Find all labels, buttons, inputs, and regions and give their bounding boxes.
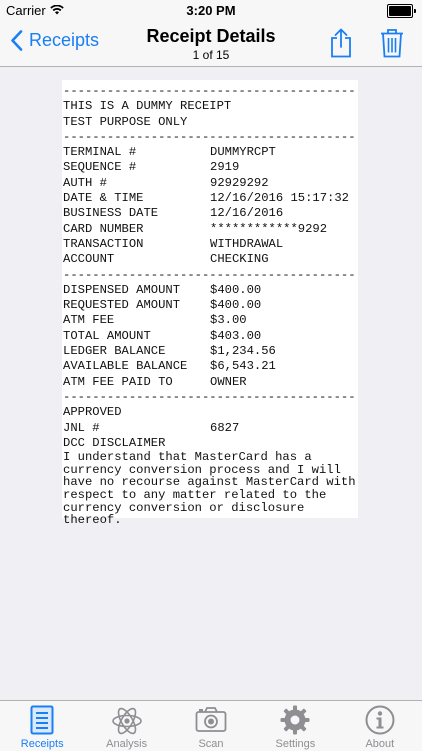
receipt-row-dispensed: DISPENSED AMOUNT $400.00 (63, 283, 358, 298)
tab-about[interactable]: About (338, 701, 422, 751)
receipt-row-available: AVAILABLE BALANCE $6,543.21 (63, 359, 358, 374)
gear-icon (280, 705, 310, 740)
receipt-label: REQUESTED AMOUNT (63, 298, 181, 313)
receipt-approved: APPROVED (63, 405, 122, 420)
receipt-value: $3.00 (210, 313, 247, 328)
receipt-label: LEDGER BALANCE (63, 344, 166, 359)
trash-icon (381, 29, 403, 58)
tab-label: About (365, 738, 395, 750)
receipt-row-total: TOTAL AMOUNT $403.00 (63, 329, 358, 344)
receipt-value: OWNER (210, 374, 247, 389)
receipt-value: DUMMYRCPT (210, 145, 276, 160)
camera-icon (195, 705, 227, 740)
battery-icon (387, 4, 416, 18)
receipt-value: $403.00 (210, 328, 262, 343)
page-counter: 1 of 15 (192, 48, 230, 62)
receipt-row-account: ACCOUNT CHECKING (63, 252, 358, 267)
receipt-value: $400.00 (210, 298, 262, 313)
receipt-row-ledger: LEDGER BALANCE $1,234.56 (63, 344, 358, 359)
receipt-value: ************9292 (210, 221, 328, 236)
delete-button[interactable] (380, 28, 404, 63)
receipt-label: AUTH # (63, 175, 107, 190)
tab-label: Receipts (20, 738, 64, 750)
receipt-label: TOTAL AMOUNT (63, 328, 151, 343)
tab-label: Settings (275, 738, 316, 750)
tab-label: Scan (198, 738, 224, 750)
receipt-image: ----------------------------------------… (62, 80, 358, 526)
receipt-value: 6827 (210, 420, 240, 435)
receipt-value: 12/16/2016 15:17:32 (210, 191, 349, 206)
receipt-value: CHECKING (210, 252, 269, 267)
receipt-value: $1,234.56 (210, 344, 276, 359)
receipt-row-terminal: TERMINAL # DUMMYRCPT (63, 145, 358, 160)
tab-bar: Receipts Analysis Scan Settings About (0, 700, 422, 751)
receipt-row-requested: REQUESTED AMOUNT $400.00 (63, 298, 358, 313)
share-button[interactable] (330, 28, 352, 63)
navigation-bar: Receipts Receipt Details 1 of 15 (0, 20, 422, 67)
receipt-header-line: THIS IS A DUMMY RECEIPT (63, 99, 232, 114)
tab-label: Analysis (106, 738, 148, 750)
receipt-value: $400.00 (210, 282, 262, 297)
receipt-row-atm-fee: ATM FEE $3.00 (63, 313, 358, 328)
receipt-label: TRANSACTION (63, 236, 144, 251)
receipt-disclaimer-title: DCC DISCLAIMER (63, 435, 166, 450)
info-icon (365, 705, 395, 740)
receipt-row-business-date: BUSINESS DATE 12/16/2016 (63, 206, 358, 221)
receipt-row-date-time: DATE & TIME 12/16/2016 15:17:32 (63, 191, 358, 206)
receipt-label: BUSINESS DATE (63, 206, 159, 221)
receipt-row-jnl: JNL # 6827 (63, 421, 358, 436)
receipt-row-auth: AUTH # 92929292 (63, 176, 358, 191)
receipt-label: AVAILABLE BALANCE (63, 359, 188, 374)
tab-analysis[interactable]: Analysis (84, 701, 168, 751)
receipt-label: JNL # (63, 420, 100, 435)
receipt-label: TERMINAL # (63, 145, 137, 160)
receipt-disclaimer-text: I understand that MasterCard has a curre… (63, 450, 356, 528)
receipt-label: ATM FEE (63, 313, 115, 328)
receipt-separator: ---------------------------------------- (63, 84, 356, 98)
receipt-row-transaction: TRANSACTION WITHDRAWAL (63, 237, 358, 252)
tab-settings[interactable]: Settings (253, 701, 337, 751)
receipt-separator: ---------------------------------------- (63, 267, 356, 282)
receipt-value: $6,543.21 (210, 359, 276, 374)
receipt-row-card-number: CARD NUMBER ************9292 (63, 222, 358, 237)
receipt-label: ATM FEE PAID TO (63, 374, 173, 389)
receipt-label: SEQUENCE # (63, 160, 137, 175)
receipt-row-fee-paid-to: ATM FEE PAID TO OWNER (63, 375, 358, 390)
receipt-header-line: TEST PURPOSE ONLY (63, 114, 188, 129)
tab-scan[interactable]: Scan (169, 701, 253, 751)
tab-receipts[interactable]: Receipts (0, 701, 84, 751)
receipt-value: 2919 (210, 160, 240, 175)
receipt-label: CARD NUMBER (63, 221, 144, 236)
receipt-value: WITHDRAWAL (210, 236, 284, 251)
receipt-label: DATE & TIME (63, 191, 144, 206)
status-time: 3:20 PM (186, 3, 236, 18)
status-bar: Carrier 3:20 PM (0, 0, 422, 20)
receipt-row-sequence: SEQUENCE # 2919 (63, 160, 358, 175)
receipt-icon (30, 705, 54, 740)
receipt-separator: ---------------------------------------- (63, 389, 356, 404)
receipt-value: 92929292 (210, 175, 269, 190)
receipt-label: DISPENSED AMOUNT (63, 282, 181, 297)
receipt-label: ACCOUNT (63, 252, 115, 267)
share-icon (331, 28, 351, 58)
receipt-value: 12/16/2016 (210, 206, 284, 221)
receipt-separator: ---------------------------------------- (63, 129, 356, 144)
atom-icon (111, 705, 143, 742)
page-title: Receipt Details (146, 26, 276, 46)
